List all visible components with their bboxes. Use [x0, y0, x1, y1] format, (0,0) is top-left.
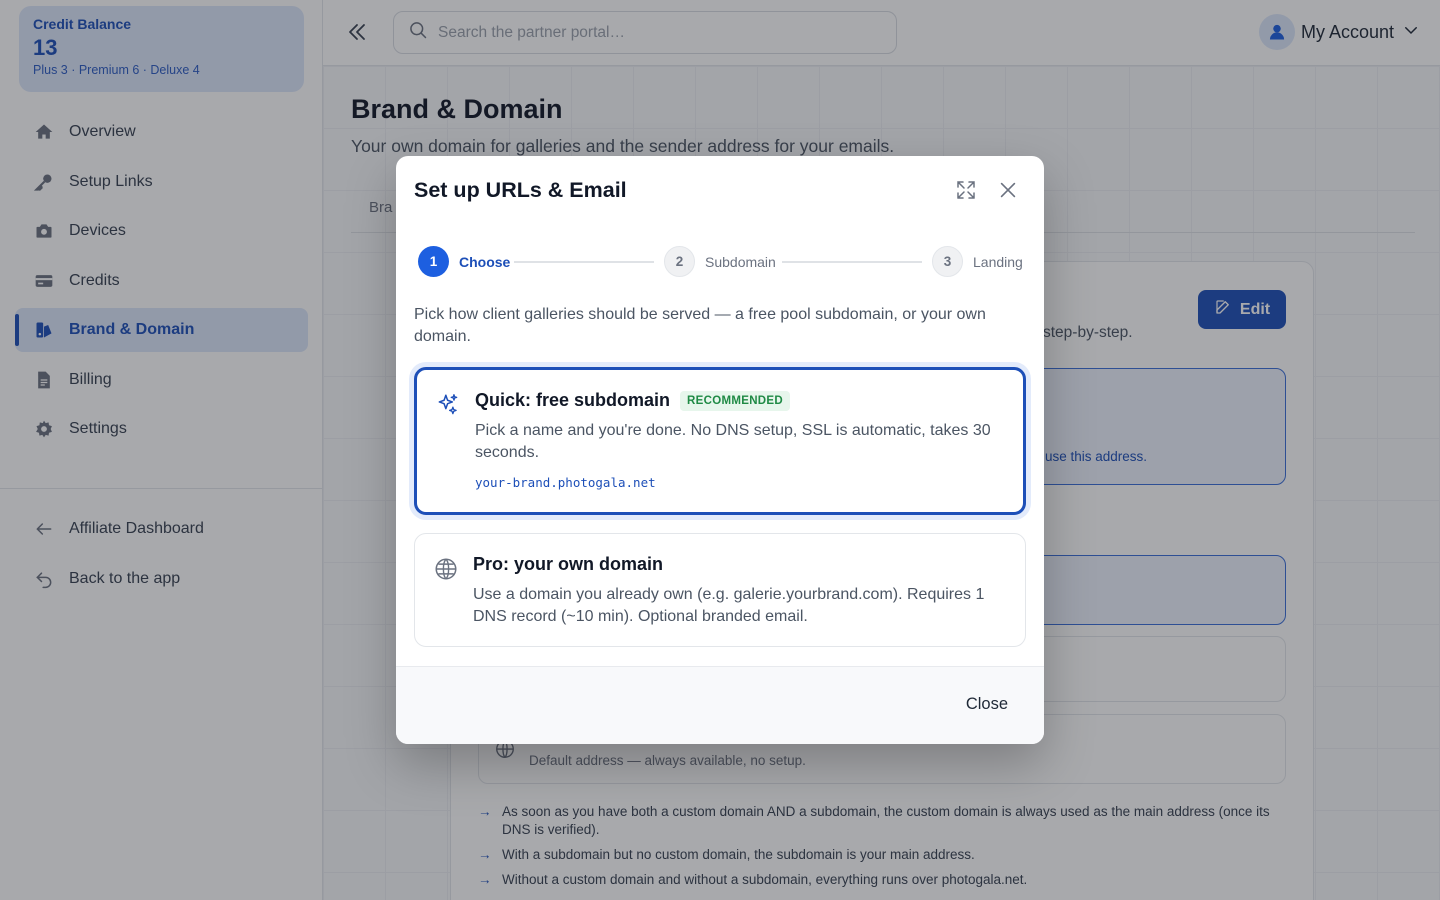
option-title: Pro: your own domain: [473, 554, 664, 574]
step-landing[interactable]: 3 Landing: [932, 246, 1023, 277]
expand-button[interactable]: [954, 180, 978, 204]
close-icon: [997, 179, 1019, 206]
option-description: Use a domain you already own (e.g. galer…: [473, 586, 985, 625]
step-connector: [514, 261, 654, 263]
step-number: 3: [932, 246, 963, 277]
step-label: Choose: [459, 253, 511, 270]
close-button[interactable]: Close: [966, 695, 1008, 714]
expand-icon: [954, 178, 978, 207]
step-choose[interactable]: 1 Choose: [418, 246, 510, 277]
modal-footer: Close: [396, 666, 1044, 744]
recommended-badge: RECOMMENDED: [680, 390, 790, 411]
step-number: 1: [418, 246, 449, 277]
option-free-subdomain[interactable]: Quick: free subdomain RECOMMENDED Pick a…: [414, 367, 1026, 515]
sparkles-icon: [435, 392, 461, 418]
step-label: Subdomain: [705, 253, 776, 270]
wizard-stepper: 1 Choose 2 Subdomain 3 Landing: [418, 246, 1023, 278]
modal-description: Pick how client galleries should be serv…: [414, 306, 986, 345]
option-example-domain: your-brand.photogala.net: [475, 475, 656, 490]
step-connector: [782, 261, 922, 263]
setup-urls-modal: Set up URLs & Email 1 Choose 2 Subdomain…: [396, 156, 1044, 744]
step-subdomain[interactable]: 2 Subdomain: [664, 246, 776, 277]
globe-icon: [433, 556, 459, 582]
option-own-domain[interactable]: Pro: your own domain Use a domain you al…: [414, 533, 1026, 647]
modal-title: Set up URLs & Email: [414, 178, 627, 202]
close-modal-button[interactable]: [996, 180, 1020, 204]
option-title: Quick: free subdomain: [475, 390, 671, 410]
step-number: 2: [664, 246, 695, 277]
option-description: Pick a name and you're done. No DNS setu…: [475, 422, 991, 461]
step-label: Landing: [973, 253, 1023, 270]
